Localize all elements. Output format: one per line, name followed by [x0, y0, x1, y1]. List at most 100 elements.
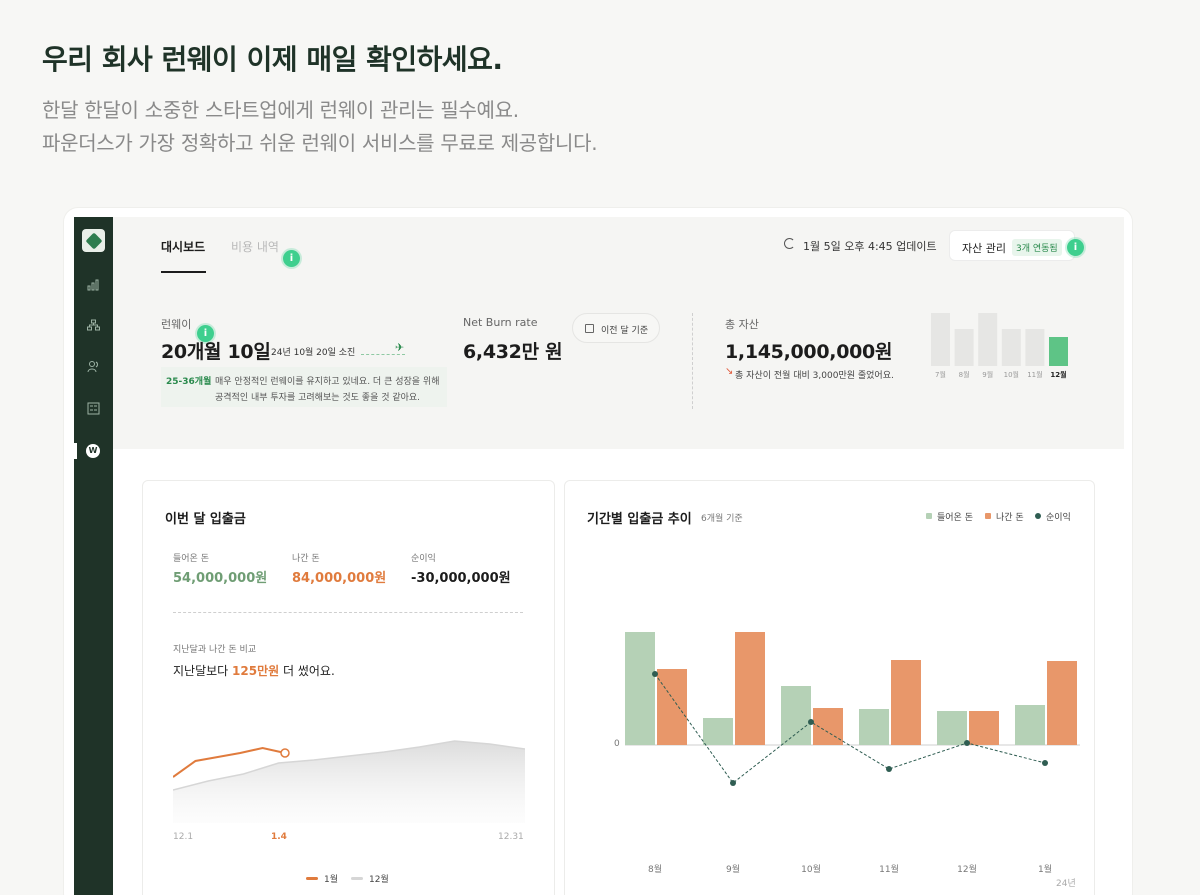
total-assets-value: 1,145,000,000원 — [725, 341, 893, 363]
net-point — [886, 766, 892, 772]
expense-bar — [1047, 661, 1077, 745]
expense-bar — [735, 632, 765, 745]
net-label: 순이익 — [411, 554, 436, 564]
expense-compare-chart — [173, 740, 525, 823]
net-value: -30,000,000원 — [411, 571, 511, 586]
summary-panel: 대시보드 비용 내역 i 1월 5일 오후 4:45 업데이트 자산 관리 3개… — [113, 217, 1124, 449]
total-assets-change: 총 자산이 전월 대비 3,000만원 줄었어요. — [735, 371, 894, 381]
mini-bar-label: 8월 — [959, 370, 970, 379]
runway-dash-line — [361, 354, 405, 355]
update-timestamp: 1월 5일 오후 4:45 업데이트 — [803, 240, 937, 253]
mini-bar — [1025, 329, 1045, 366]
period-trend-card: 기간별 입출금 추이 6개월 기준 들어온 돈 나간 돈 순이익 0 8월 9월 1… — [564, 480, 1095, 895]
legend-income: 들어온 돈 — [926, 510, 973, 523]
expense-bar — [891, 660, 921, 745]
runway-range-badge: 25-36개월 — [166, 377, 212, 387]
compare-suffix: 더 썼어요. — [279, 664, 335, 678]
info-icon[interactable]: i — [1067, 239, 1084, 256]
mini-bar — [954, 329, 974, 366]
chart-icon[interactable] — [87, 278, 100, 291]
category-label: 10월 — [801, 865, 821, 875]
year-label: 24년 — [1056, 879, 1076, 889]
users-icon[interactable] — [87, 360, 100, 373]
mini-bar — [1001, 329, 1021, 366]
current-point-marker — [280, 748, 290, 758]
category-label: 1월 — [1037, 865, 1052, 875]
mini-bar — [931, 313, 950, 366]
tab-expense-history[interactable]: 비용 내역 — [231, 238, 279, 255]
main-content: 대시보드 비용 내역 i 1월 5일 오후 4:45 업데이트 자산 관리 3개… — [113, 217, 1124, 895]
logo-gem-icon — [85, 232, 102, 249]
prev-month-basis-button[interactable]: 이전 달 기준 — [572, 313, 660, 343]
refresh-icon[interactable] — [784, 238, 795, 249]
org-chart-icon[interactable] — [87, 319, 100, 332]
legend-prev-month: 12월 — [351, 872, 389, 885]
compare-sentence: 지난달보다 125만원 더 썼어요. — [173, 662, 335, 679]
zero-axis-label: 0 — [614, 739, 620, 749]
hero-subtitle-1: 한달 한달이 소중한 스타트업에게 런웨이 관리는 필수예요. — [42, 98, 519, 122]
burn-rate-label: Net Burn rate — [463, 316, 538, 329]
net-point — [808, 719, 814, 725]
mini-bar-label: 12월 — [1050, 370, 1066, 379]
logo[interactable] — [82, 229, 105, 252]
mini-bar-label: 10월 — [1004, 370, 1019, 379]
asset-manage-button[interactable]: 자산 관리 3개 연동됨 — [949, 230, 1075, 261]
monthly-flow-card: 이번 달 입출금 들어온 돈 54,000,000원 나간 돈 84,000,0… — [142, 480, 555, 895]
legend-net-swatch — [1035, 513, 1041, 519]
income-value: 54,000,000원 — [173, 571, 268, 586]
income-bar — [937, 711, 967, 745]
tab-dashboard[interactable]: 대시보드 — [161, 238, 205, 255]
trend-down-icon: ↘ — [725, 366, 734, 377]
net-point — [1042, 760, 1048, 766]
category-label: 12월 — [957, 865, 977, 875]
burn-rate-value: 6,432만 원 — [463, 341, 563, 363]
legend-expense-label: 나간 돈 — [996, 513, 1024, 523]
legend-current-month: 1월 — [306, 872, 338, 885]
linked-count-badge: 3개 연동됨 — [1012, 239, 1062, 256]
income-bar — [781, 686, 811, 745]
compare-heading: 지난달과 나간 돈 비교 — [173, 645, 257, 655]
legend-net: 순이익 — [1035, 510, 1071, 523]
expense-value: 84,000,000원 — [292, 571, 387, 586]
card-divider — [173, 612, 523, 613]
runway-note-line-2: 공격적인 내부 투자를 고려해보는 것도 좋을 것 같아요. — [215, 393, 421, 403]
legend-expense: 나간 돈 — [985, 510, 1024, 523]
income-bar — [1015, 705, 1045, 745]
legend-net-label: 순이익 — [1046, 513, 1071, 523]
prev-month-area — [173, 741, 525, 823]
legend-current-label: 1월 — [324, 875, 339, 885]
legend-income-swatch — [926, 513, 932, 519]
period-trend-title: 기간별 입출금 추이 — [587, 512, 692, 527]
x-label-end: 12.31 — [498, 832, 524, 842]
compare-prefix: 지난달보다 — [173, 664, 233, 678]
monthly-flow-title: 이번 달 입출금 — [165, 512, 246, 527]
income-bar — [703, 718, 733, 745]
calculator-icon[interactable] — [87, 402, 100, 415]
expense-bar — [969, 711, 999, 745]
runway-note-line-1: 매우 안정적인 런웨이를 유지하고 있네요. 더 큰 성장을 위해 — [215, 377, 440, 387]
net-point — [730, 780, 736, 786]
income-bar — [859, 709, 889, 745]
compare-amount: 125만원 — [232, 664, 280, 678]
period-trend-subtitle: 6개월 기준 — [701, 514, 743, 524]
expense-label: 나간 돈 — [292, 554, 320, 564]
legend-prev-label: 12월 — [369, 875, 389, 885]
active-tab-underline — [161, 271, 206, 273]
sidebar: W — [74, 217, 113, 895]
active-nav-marker — [74, 443, 77, 459]
hero-title: 우리 회사 런웨이 이제 매일 확인하세요. — [42, 43, 503, 76]
workspace-icon[interactable]: W — [86, 444, 100, 458]
mini-bar-label: 11월 — [1027, 370, 1042, 379]
mini-bar — [1049, 337, 1068, 366]
period-trend-chart — [625, 632, 1080, 786]
runway-value: 20개월 10일 — [161, 341, 271, 363]
legend-current-swatch — [306, 877, 318, 880]
mini-bar — [978, 313, 998, 366]
mini-bar-label: 9월 — [982, 370, 993, 379]
plane-icon: ✈ — [395, 341, 405, 354]
runway-label: 런웨이 — [161, 318, 192, 331]
expense-bar — [657, 669, 687, 745]
info-icon[interactable]: i — [283, 250, 300, 267]
asset-manage-label: 자산 관리 — [962, 242, 1006, 255]
legend-income-label: 들어온 돈 — [937, 513, 973, 523]
